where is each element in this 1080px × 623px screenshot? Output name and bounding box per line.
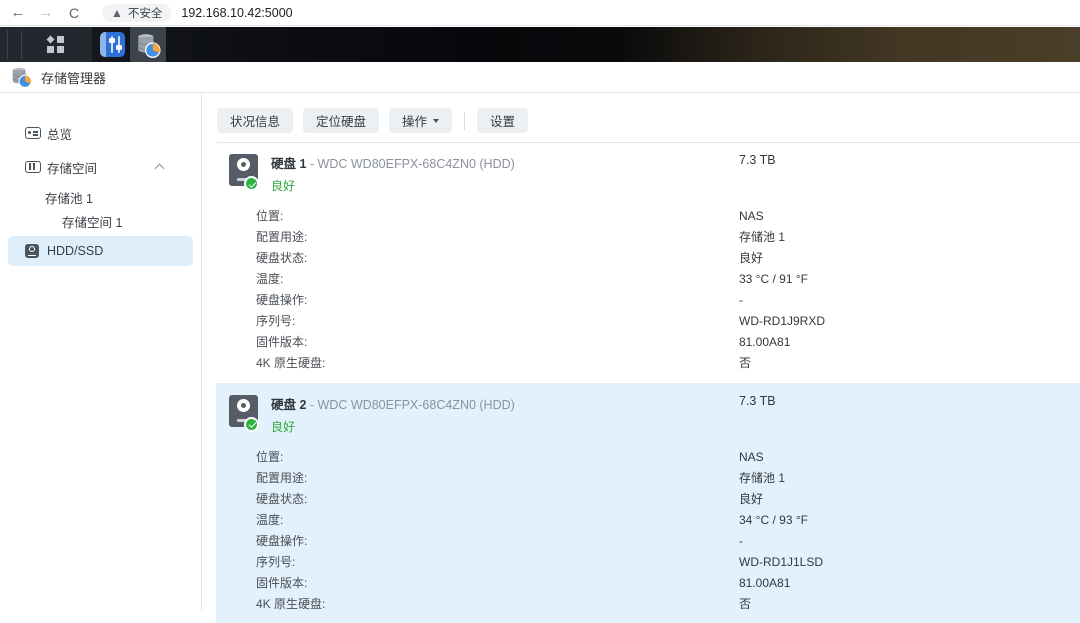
sidebar-item-overview[interactable]: 总览	[8, 118, 193, 148]
main-content: 状况信息 定位硬盘 操作 设置 硬盘 1 - WDC WD80EFPX-68C4…	[203, 94, 1080, 610]
window-titlebar: 存储管理器	[0, 62, 1080, 93]
drive-size: 7.3 TB	[739, 394, 776, 408]
storage-manager-icon	[10, 66, 32, 88]
detail-value: 81.00A81	[739, 577, 1080, 590]
browser-reload-icon[interactable]: C	[60, 5, 88, 21]
detail-value: WD-RD1J9RXD	[739, 315, 1080, 328]
button-label: 定位硬盘	[316, 111, 366, 130]
drive-status: 良好	[271, 177, 1080, 194]
hard-drive-healthy-icon	[227, 395, 261, 430]
detail-label: 温度:	[256, 514, 739, 527]
control-panel-icon	[100, 32, 125, 57]
detail-value: WD-RD1J1LSD	[739, 556, 1080, 569]
browser-forward-icon[interactable]: →	[32, 4, 60, 21]
action-dropdown-button[interactable]: 操作	[389, 108, 452, 133]
storage-manager-icon	[135, 32, 161, 58]
sidebar-item-hdd-ssd[interactable]: HDD/SSD	[8, 236, 193, 266]
detail-value: NAS	[739, 451, 1080, 464]
button-label: 操作	[402, 111, 427, 130]
sidebar-item-label: 存储空间 1	[62, 212, 122, 231]
overview-icon	[25, 127, 41, 139]
drive-row-1[interactable]: 硬盘 1 - WDC WD80EFPX-68C4ZN0 (HDD) 良好 7.3…	[216, 143, 1080, 383]
detail-value: 存储池 1	[739, 472, 1080, 485]
warning-icon: ▲	[111, 6, 123, 20]
button-label: 状况信息	[230, 111, 280, 130]
detail-value: 81.00A81	[739, 336, 1080, 349]
detail-label: 序列号:	[256, 556, 739, 569]
sidebar-item-storage[interactable]: 存储空间	[8, 152, 193, 182]
detail-label: 4K 原生硬盘:	[256, 357, 739, 370]
hard-drive-healthy-icon	[227, 154, 261, 189]
detail-value: 否	[739, 598, 1080, 611]
toolbar: 状况信息 定位硬盘 操作 设置	[203, 94, 1080, 133]
sidebar-item-label: 总览	[47, 124, 72, 143]
detail-label: 配置用途:	[256, 472, 739, 485]
detail-label: 位置:	[256, 451, 739, 464]
settings-button[interactable]: 设置	[477, 108, 528, 133]
detail-value-status: 良好	[739, 252, 1080, 265]
browser-back-icon[interactable]: ←	[4, 4, 32, 21]
taskbar-left-segment	[0, 27, 92, 62]
detail-value: -	[739, 294, 1080, 307]
button-label: 设置	[490, 111, 515, 130]
window-title: 存储管理器	[41, 68, 106, 87]
toolbar-separator	[464, 112, 465, 130]
detail-value: -	[739, 535, 1080, 548]
taskbar-divider	[21, 30, 22, 59]
detail-label: 配置用途:	[256, 231, 739, 244]
detail-value-status: 良好	[739, 493, 1080, 506]
detail-label: 温度:	[256, 273, 739, 286]
detail-label: 固件版本:	[256, 336, 739, 349]
detail-label: 硬盘操作:	[256, 535, 739, 548]
drive-model: - WDC WD80EFPX-68C4ZN0 (HDD)	[310, 398, 515, 412]
check-badge-icon	[244, 417, 259, 432]
detail-label: 序列号:	[256, 315, 739, 328]
sidebar-item-label: HDD/SSD	[47, 244, 103, 258]
main-menu-icon[interactable]	[47, 36, 64, 53]
check-badge-icon	[244, 176, 259, 191]
detail-label: 固件版本:	[256, 577, 739, 590]
locate-drive-button[interactable]: 定位硬盘	[303, 108, 379, 133]
drive-size: 7.3 TB	[739, 153, 776, 167]
sidebar-item-volume-1[interactable]: 存储空间 1	[0, 210, 201, 233]
drive-header: 硬盘 1 - WDC WD80EFPX-68C4ZN0 (HDD) 良好 7.3…	[216, 152, 1080, 194]
site-security-chip[interactable]: ▲ 不安全	[102, 4, 171, 22]
detail-value: 存储池 1	[739, 231, 1080, 244]
chevron-down-icon	[433, 119, 439, 123]
drive-details: 位置: NAS 配置用途: 存储池 1 硬盘状态: 良好 温度: 33 °C /…	[256, 210, 1080, 370]
volume-icon	[25, 161, 41, 173]
sidebar: 总览 存储空间 存储池 1 存储空间 1 HDD/SSD	[0, 94, 202, 610]
sidebar-item-label: 存储空间	[47, 158, 97, 177]
drive-model: - WDC WD80EFPX-68C4ZN0 (HDD)	[310, 157, 515, 171]
drive-row-2[interactable]: 硬盘 2 - WDC WD80EFPX-68C4ZN0 (HDD) 良好 7.3…	[216, 383, 1080, 623]
dsm-taskbar	[0, 27, 1080, 62]
detail-label: 4K 原生硬盘:	[256, 598, 739, 611]
address-url[interactable]: 192.168.10.42:5000	[181, 6, 292, 20]
taskbar-divider	[7, 30, 8, 59]
drive-details: 位置: NAS 配置用途: 存储池 1 硬盘状态: 良好 温度: 34 °C /…	[256, 451, 1080, 611]
detail-value: NAS	[739, 210, 1080, 223]
security-label: 不安全	[128, 5, 163, 21]
control-panel-app-icon[interactable]	[96, 27, 128, 62]
detail-value: 否	[739, 357, 1080, 370]
chevron-up-icon[interactable]	[155, 164, 165, 174]
detail-label: 位置:	[256, 210, 739, 223]
storage-manager-app-icon-active[interactable]	[130, 27, 166, 62]
detail-value: 33 °C / 91 °F	[739, 273, 1080, 286]
drive-name: 硬盘 2	[271, 398, 306, 412]
sidebar-item-storage-pool-1[interactable]: 存储池 1	[0, 186, 201, 209]
drive-header: 硬盘 2 - WDC WD80EFPX-68C4ZN0 (HDD) 良好 7.3…	[216, 393, 1080, 435]
drive-name: 硬盘 1	[271, 157, 306, 171]
detail-value: 34 °C / 93 °F	[739, 514, 1080, 527]
health-info-button[interactable]: 状况信息	[217, 108, 293, 133]
detail-label: 硬盘操作:	[256, 294, 739, 307]
sidebar-item-label: 存储池 1	[45, 188, 93, 207]
detail-label: 硬盘状态:	[256, 493, 739, 506]
disk-icon	[25, 244, 39, 258]
detail-label: 硬盘状态:	[256, 252, 739, 265]
drive-status: 良好	[271, 418, 1080, 435]
browser-toolbar: ← → C ▲ 不安全 192.168.10.42:5000	[0, 0, 1080, 26]
